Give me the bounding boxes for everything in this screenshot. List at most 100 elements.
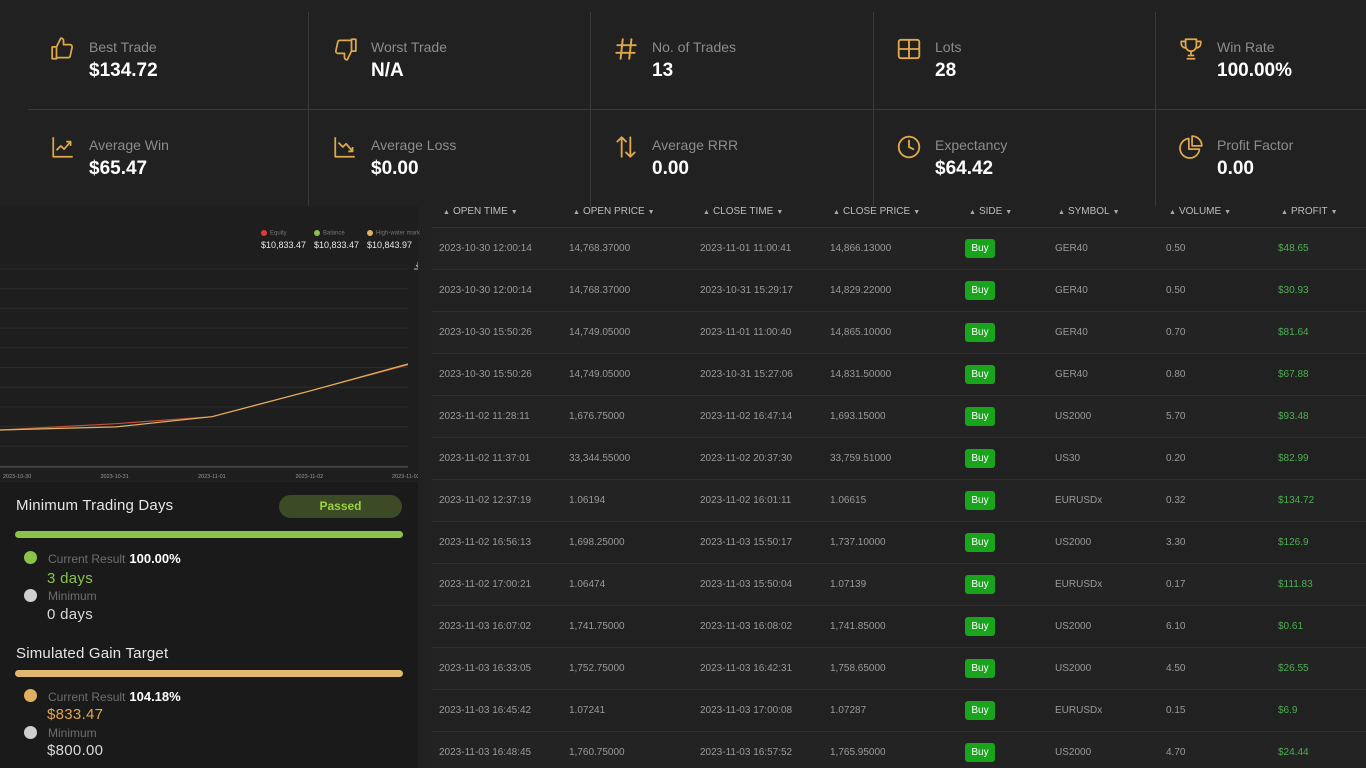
download-icon[interactable]: [414, 262, 418, 270]
pie-chart-icon: [1179, 135, 1203, 159]
column-header-side[interactable]: ▲ SIDE ▼: [966, 206, 1015, 217]
table-row[interactable]: 2023-11-03 16:07:02 1,741.75000 2023-11-03…: [432, 606, 1366, 648]
table-row[interactable]: 2023-11-02 11:37:01 33,344.55000 2023-11-0…: [432, 438, 1366, 480]
stat-average-rrr: Average RRR 0.00: [591, 110, 873, 207]
cell-volume: 0.50: [1166, 243, 1186, 254]
cell-close-price: 14,866.13000: [830, 243, 892, 254]
cell-symbol: US30: [1055, 453, 1081, 464]
column-header-profit[interactable]: ▲ PROFIT ▼: [1278, 206, 1341, 217]
stat-value: N/A: [371, 60, 404, 81]
cell-open-price: 1,676.75000: [569, 411, 625, 422]
x-tick-label: 2023-10-31: [101, 474, 129, 480]
stat-label: Best Trade: [89, 39, 157, 55]
column-header-close-time[interactable]: ▲ CLOSE TIME ▼: [700, 206, 786, 217]
side-badge: Buy: [965, 407, 995, 426]
table-row[interactable]: 2023-10-30 15:50:26 14,749.05000 2023-10-3…: [432, 354, 1366, 396]
cell-open-price: 1.06474: [569, 579, 606, 590]
cell-open-price: 1.07241: [569, 705, 606, 716]
series-line-equity: [0, 364, 409, 431]
table-row[interactable]: 2023-11-02 11:28:11 1,676.75000 2023-11-02…: [432, 396, 1366, 438]
trend-up-icon: [52, 137, 73, 158]
stat-label: No. of Trades: [652, 39, 737, 55]
hash-icon: [615, 38, 637, 60]
series-line-high-water-mark: [0, 363, 409, 431]
trophy-icon: [1180, 38, 1202, 60]
cell-symbol: GER40: [1055, 285, 1088, 296]
minimum-value: $800.00: [47, 742, 104, 759]
x-tick-label: 2023-11-02: [296, 474, 324, 480]
stat-label: Average Loss: [371, 137, 457, 153]
cell-open-price: 14,749.05000: [569, 327, 631, 338]
table-row[interactable]: 2023-11-02 12:37:19 1.06194 2023-11-02 16:…: [432, 480, 1366, 522]
cell-symbol: US2000: [1055, 411, 1092, 422]
cell-volume: 0.70: [1166, 327, 1186, 338]
current-result-label: Current Result 104.18%: [48, 689, 181, 704]
stat-label: Average Win: [89, 137, 169, 153]
column-header-close-price[interactable]: ▲ CLOSE PRICE ▼: [830, 206, 923, 217]
table-row[interactable]: 2023-11-03 16:33:05 1,752.75000 2023-11-03…: [432, 648, 1366, 690]
current-result-value: 3 days: [47, 570, 93, 587]
cell-profit: $111.83: [1278, 579, 1313, 590]
cell-close-time: 2023-11-03 17:00:08: [700, 705, 793, 716]
x-tick-label: 2023-10-30: [3, 474, 31, 480]
cell-volume: 0.50: [1166, 285, 1186, 296]
cell-close-price: 33,759.51000: [830, 453, 892, 464]
objective-title-gain-target: Simulated Gain Target: [16, 645, 169, 662]
current-result-percent: 100.00%: [129, 551, 181, 566]
cell-open-time: 2023-10-30 15:50:26: [439, 369, 532, 380]
cell-open-price: 14,768.37000: [569, 285, 631, 296]
cell-close-time: 2023-11-02 20:37:30: [700, 453, 793, 464]
cell-close-time: 2023-11-03 16:08:02: [700, 621, 793, 632]
column-header-open-price[interactable]: ▲ OPEN PRICE ▼: [570, 206, 658, 217]
cell-profit: $0.61: [1278, 621, 1304, 632]
stat-worst-trade: Worst Trade N/A: [310, 12, 592, 109]
dashboard: Best Trade $134.72 Worst Trade N/A No. o…: [0, 0, 1366, 768]
cell-open-time: 2023-11-03 16:48:45: [439, 747, 532, 758]
cell-open-price: 1,760.75000: [569, 747, 625, 758]
side-badge: Buy: [965, 533, 995, 552]
cell-profit: $30.93: [1278, 285, 1309, 296]
cell-close-price: 14,829.22000: [830, 285, 892, 296]
cell-volume: 4.50: [1166, 663, 1186, 674]
cell-open-time: 2023-11-02 17:00:21: [439, 579, 532, 590]
current-result-label: Current Result 100.00%: [48, 551, 181, 566]
cell-open-price: 14,768.37000: [569, 243, 631, 254]
table-row[interactable]: 2023-11-02 17:00:21 1.06474 2023-11-03 15:…: [432, 564, 1366, 606]
side-badge: Buy: [965, 365, 995, 384]
minimum-value: 0 days: [47, 606, 93, 623]
cell-profit: $24.44: [1278, 747, 1309, 758]
cell-close-time: 2023-11-02 16:47:14: [700, 411, 793, 422]
cell-close-price: 1,741.85000: [830, 621, 886, 632]
stat-value: $0.00: [371, 158, 419, 179]
stat-lots: Lots 28: [874, 12, 1156, 109]
equity-chart: 2023-10-30 2023-10-31 2023-11-01 2023-11-02…: [0, 262, 418, 480]
cell-profit: $134.72: [1278, 495, 1315, 506]
side-badge: Buy: [965, 659, 995, 678]
cell-profit: $82.99: [1278, 453, 1309, 464]
column-header-volume[interactable]: ▲ VOLUME ▼: [1166, 206, 1234, 217]
cell-profit: $26.55: [1278, 663, 1309, 674]
stat-value: $65.47: [89, 158, 148, 179]
table-row[interactable]: 2023-10-30 15:50:26 14,749.05000 2023-11-0…: [432, 312, 1366, 354]
table-row[interactable]: 2023-11-02 16:56:13 1,698.25000 2023-11-03…: [432, 522, 1366, 564]
cell-open-price: 14,749.05000: [569, 369, 631, 380]
cell-open-time: 2023-11-03 16:33:05: [439, 663, 532, 674]
cell-close-price: 14,865.10000: [830, 327, 892, 338]
column-header-symbol[interactable]: ▲ SYMBOL ▼: [1055, 206, 1123, 217]
table-row[interactable]: 2023-11-03 16:48:45 1,760.75000 2023-11-03…: [432, 732, 1366, 768]
table-row[interactable]: 2023-10-30 12:00:14 14,768.37000 2023-11-0…: [432, 228, 1366, 270]
table-row[interactable]: 2023-10-30 12:00:14 14,768.37000 2023-10-3…: [432, 270, 1366, 312]
status-badge-passed: Passed: [279, 495, 402, 518]
cell-open-price: 1.06194: [569, 495, 606, 506]
stat-value: 0.00: [652, 158, 689, 179]
cell-close-time: 2023-11-03 16:42:31: [700, 663, 793, 674]
cell-close-time: 2023-11-01 11:00:40: [700, 327, 792, 338]
cell-open-price: 1,741.75000: [569, 621, 625, 632]
side-badge: Buy: [965, 449, 995, 468]
cell-symbol: US2000: [1055, 537, 1092, 548]
stat-value: 100.00%: [1217, 60, 1293, 81]
column-header-open-time[interactable]: ▲ OPEN TIME ▼: [440, 206, 521, 217]
cell-profit: $67.88: [1278, 369, 1309, 380]
table-row[interactable]: 2023-11-03 16:45:42 1.07241 2023-11-03 17:…: [432, 690, 1366, 732]
cell-symbol: US2000: [1055, 663, 1092, 674]
